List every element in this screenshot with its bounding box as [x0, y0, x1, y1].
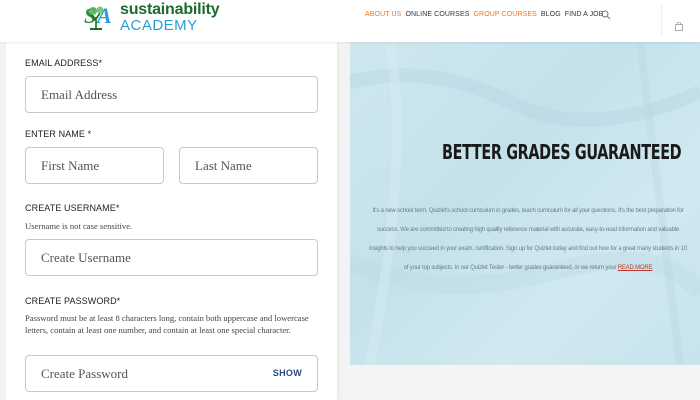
read-more-link[interactable]: READ MORE — [618, 265, 653, 271]
name-label: ENTER NAME * — [25, 129, 92, 139]
username-label: CREATE USERNAME* — [25, 203, 120, 213]
username-placeholder: Create Username — [41, 250, 131, 265]
password-field[interactable]: Create Password SHOW — [25, 355, 318, 392]
last-name-field[interactable]: Last Name — [179, 147, 318, 184]
nav-group-courses[interactable]: GROUP COURSES — [474, 11, 537, 18]
nav-about-us[interactable]: ABOUT US — [365, 11, 401, 18]
username-hint: Username is not case sensitive. — [25, 221, 133, 231]
logo-text-primary: sustainability — [120, 0, 220, 18]
cart-icon[interactable] — [675, 22, 683, 31]
hero-banner: BETTER GRADES GUARANTEED It's a new scho… — [350, 42, 700, 365]
search-icon[interactable] — [601, 10, 611, 20]
logo-text-secondary: ACADEMY — [120, 16, 198, 34]
signup-form: EMAIL ADDRESS* Email Address ENTER NAME … — [6, 42, 337, 400]
site-logo[interactable]: S A sustainability ACADEMY — [84, 0, 220, 34]
password-label: CREATE PASSWORD* — [25, 296, 121, 306]
first-name-field[interactable]: First Name — [25, 147, 164, 184]
header-divider — [661, 4, 662, 36]
nav-find-a-job[interactable]: FIND A JOB — [565, 11, 604, 18]
first-name-placeholder: First Name — [41, 158, 100, 173]
last-name-placeholder: Last Name — [195, 158, 252, 173]
email-label: EMAIL ADDRESS* — [25, 58, 103, 68]
password-placeholder: Create Password — [41, 366, 129, 381]
email-field[interactable]: Email Address — [25, 76, 318, 113]
email-placeholder: Email Address — [41, 87, 118, 102]
site-header: S A sustainability ACADEMY ABOUT US ONLI… — [0, 0, 700, 42]
page: S A sustainability ACADEMY ABOUT US ONLI… — [0, 0, 700, 400]
hero-body-text: It's a new school term, Quizlet's school… — [368, 202, 688, 278]
username-field[interactable]: Create Username — [25, 239, 318, 276]
svg-text:S: S — [84, 3, 96, 28]
main-nav: ABOUT US ONLINE COURSES GROUP COURSES BL… — [365, 11, 604, 18]
nav-blog[interactable]: BLOG — [541, 11, 561, 18]
hero-bottom-strip — [350, 365, 700, 400]
hero-title: BETTER GRADES GUARANTEED — [442, 140, 682, 164]
nav-online-courses[interactable]: ONLINE COURSES — [405, 11, 469, 18]
logo-tree-icon: S A — [84, 3, 112, 30]
hero-body-copy: It's a new school term, Quizlet's school… — [369, 208, 687, 271]
show-password-button[interactable]: SHOW — [273, 356, 302, 391]
password-hint: Password must be at least 8 characters l… — [25, 313, 309, 335]
